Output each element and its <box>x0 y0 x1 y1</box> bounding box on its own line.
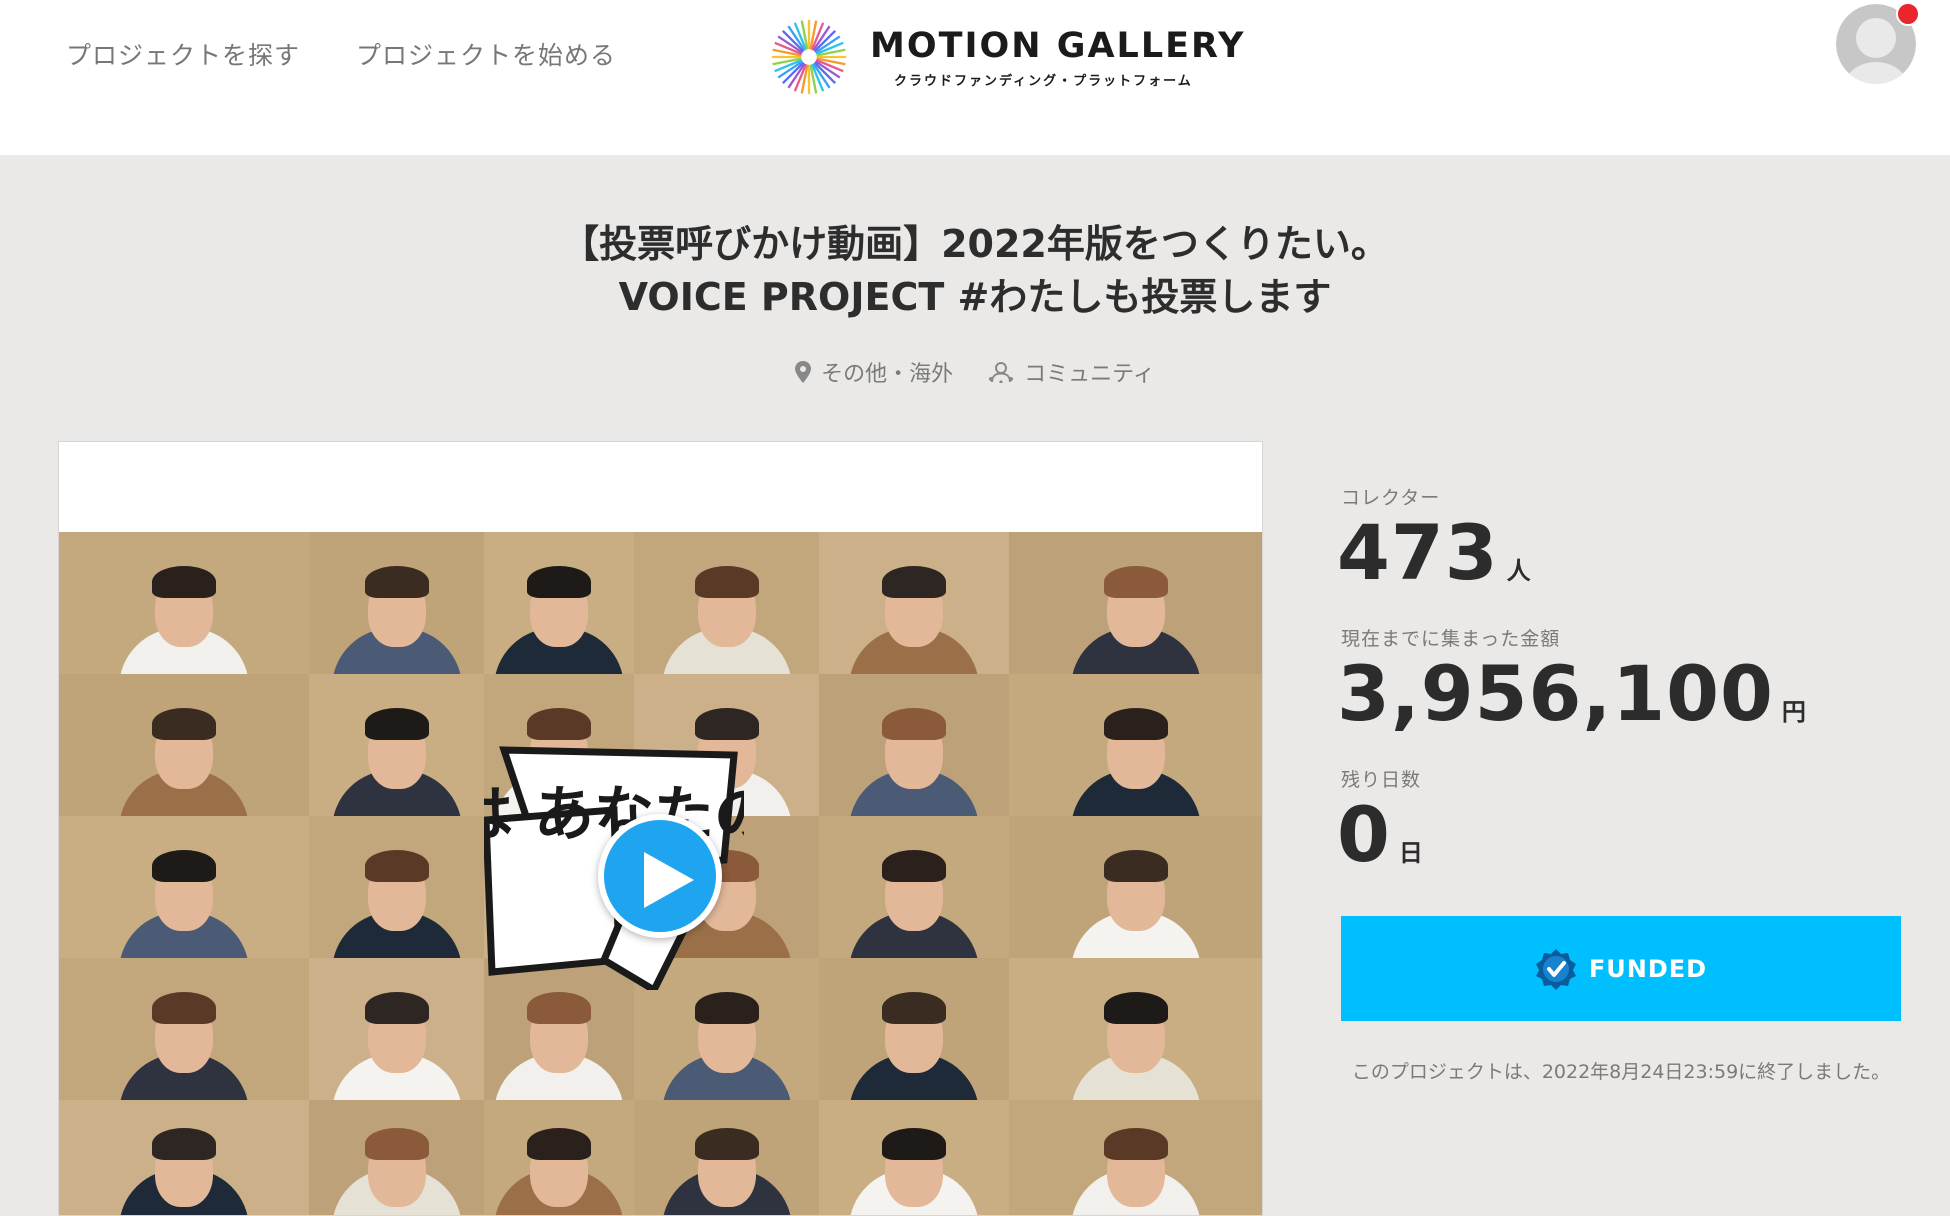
nav-explore-projects[interactable]: プロジェクトを探す <box>66 36 300 72</box>
tag-category-label: コミュニティ <box>1024 362 1155 387</box>
logo-title: MOTION GALLERY <box>870 26 1246 66</box>
logo-subtitle: クラウドファンディング・プラットフォーム <box>894 74 1193 89</box>
portrait-tile <box>59 532 309 674</box>
days-left-label: 残り日数 <box>1341 769 1422 791</box>
portrait-tile <box>819 958 1009 1100</box>
check-badge-icon <box>1535 948 1576 990</box>
collectors-unit: 人 <box>1506 557 1532 585</box>
portrait-tile <box>1009 816 1262 958</box>
tag-location[interactable]: その他・海外 <box>795 356 953 388</box>
portrait-tile <box>484 532 634 674</box>
project-tags: その他・海外 コミュニティ <box>0 356 1950 389</box>
portrait-tile <box>59 816 309 958</box>
portrait-tile <box>309 816 484 958</box>
days-left-value: 0 <box>1337 790 1391 879</box>
portrait-tile <box>819 532 1009 674</box>
portrait-tile <box>634 532 819 674</box>
portrait-tile <box>309 1100 484 1215</box>
portrait-tile <box>819 674 1009 816</box>
amount-label: 現在までに集まった金額 <box>1341 628 1561 650</box>
portrait-tile <box>59 958 309 1100</box>
portrait-tile <box>59 674 309 816</box>
location-pin-icon <box>795 361 812 383</box>
days-left-unit: 日 <box>1398 839 1424 867</box>
portrait-tile <box>59 1100 309 1215</box>
portrait-tile <box>309 958 484 1100</box>
collectors-value: 473 <box>1337 508 1499 597</box>
logo-burst-icon <box>771 19 847 95</box>
project-title-line2: VOICE PROJECT #わたしも投票します <box>618 275 1332 319</box>
amount-value: 3,956,100 <box>1337 649 1774 738</box>
tag-category[interactable]: コミュニティ <box>988 356 1155 388</box>
tag-location-label: その他・海外 <box>821 362 954 387</box>
portrait-tile <box>484 1100 634 1215</box>
site-logo[interactable]: MOTION GALLERY クラウドファンディング・プラットフォーム <box>770 18 1243 98</box>
days-left: 0日 <box>1337 790 1424 879</box>
portrait-tile <box>309 674 484 816</box>
portrait-tile <box>634 1100 819 1215</box>
project-title-line1: 【投票呼びかけ動画】2022年版をつくりたい。 <box>561 222 1389 266</box>
project-title: 【投票呼びかけ動画】2022年版をつくりたい。 VOICE PROJECT #わ… <box>0 218 1950 324</box>
vote-sign-graphic: 投票は あなたの 声 <box>484 746 744 990</box>
play-button[interactable] <box>598 814 722 938</box>
amount-unit: 円 <box>1781 698 1807 726</box>
funded-button[interactable]: FUNDED <box>1341 916 1901 1021</box>
portrait-tile <box>819 1100 1009 1215</box>
collectors-count: 473 人 <box>1337 508 1532 597</box>
portrait-tile <box>819 816 1009 958</box>
amount-raised: 3,956,100 円 <box>1337 649 1807 738</box>
portrait-tile <box>1009 958 1262 1100</box>
portrait-tile <box>1009 1100 1262 1215</box>
funded-label: FUNDED <box>1588 954 1708 983</box>
nav-start-project[interactable]: プロジェクトを始める <box>356 36 616 72</box>
notification-dot <box>1896 2 1920 26</box>
collectors-label: コレクター <box>1341 487 1441 509</box>
project-end-note: このプロジェクトは、2022年8月24日23:59に終了しました。 <box>1351 1061 1891 1083</box>
portrait-tile <box>1009 532 1262 674</box>
portrait-tile <box>1009 674 1262 816</box>
play-icon <box>644 852 694 908</box>
community-icon <box>989 362 1014 383</box>
portrait-tile <box>309 532 484 674</box>
site-header: プロジェクトを探す プロジェクトを始める MOTION GALLERY クラウド… <box>0 0 1950 155</box>
